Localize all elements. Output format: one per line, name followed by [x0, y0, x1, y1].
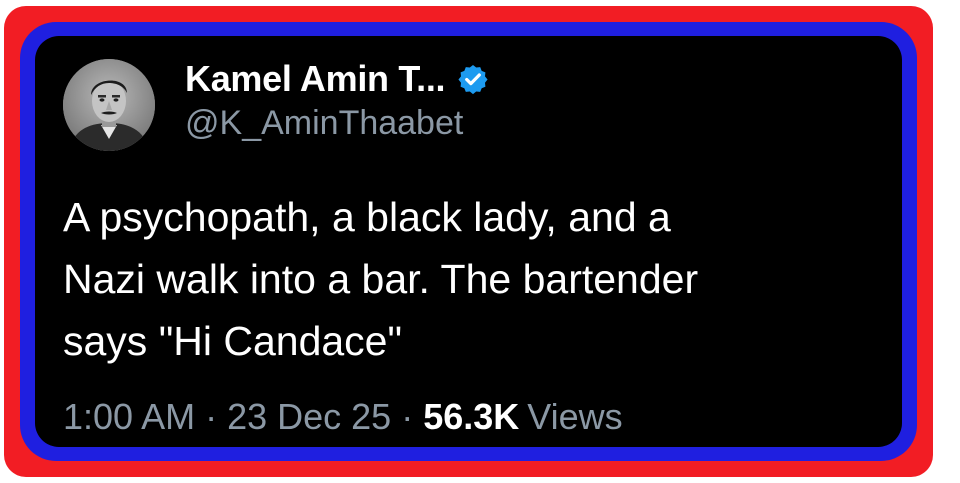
meta-separator: ·	[205, 396, 218, 437]
tweet-card[interactable]: Kamel Amin T... @K_AminThaabet A psychop…	[35, 36, 902, 447]
views-label: Views	[527, 396, 623, 437]
profile-photo-icon	[63, 59, 155, 151]
avatar[interactable]	[63, 59, 155, 151]
meta-separator: ·	[401, 396, 414, 437]
user-handle[interactable]: @K_AminThaabet	[185, 104, 463, 143]
author-row: Kamel Amin T...	[185, 56, 489, 102]
tweet-text: A psychopath, a black lady, and a Nazi w…	[63, 194, 699, 364]
tweet-time[interactable]: 1:00 AM	[63, 396, 195, 438]
tweet-date[interactable]: 23 Dec 25	[227, 396, 391, 438]
verified-badge-icon	[458, 65, 488, 95]
tweet-meta: 1:00 AM · 23 Dec 25 · 56.3K Views	[63, 396, 623, 438]
display-name[interactable]: Kamel Amin T...	[185, 58, 446, 100]
views-count[interactable]: 56.3K	[423, 396, 519, 438]
